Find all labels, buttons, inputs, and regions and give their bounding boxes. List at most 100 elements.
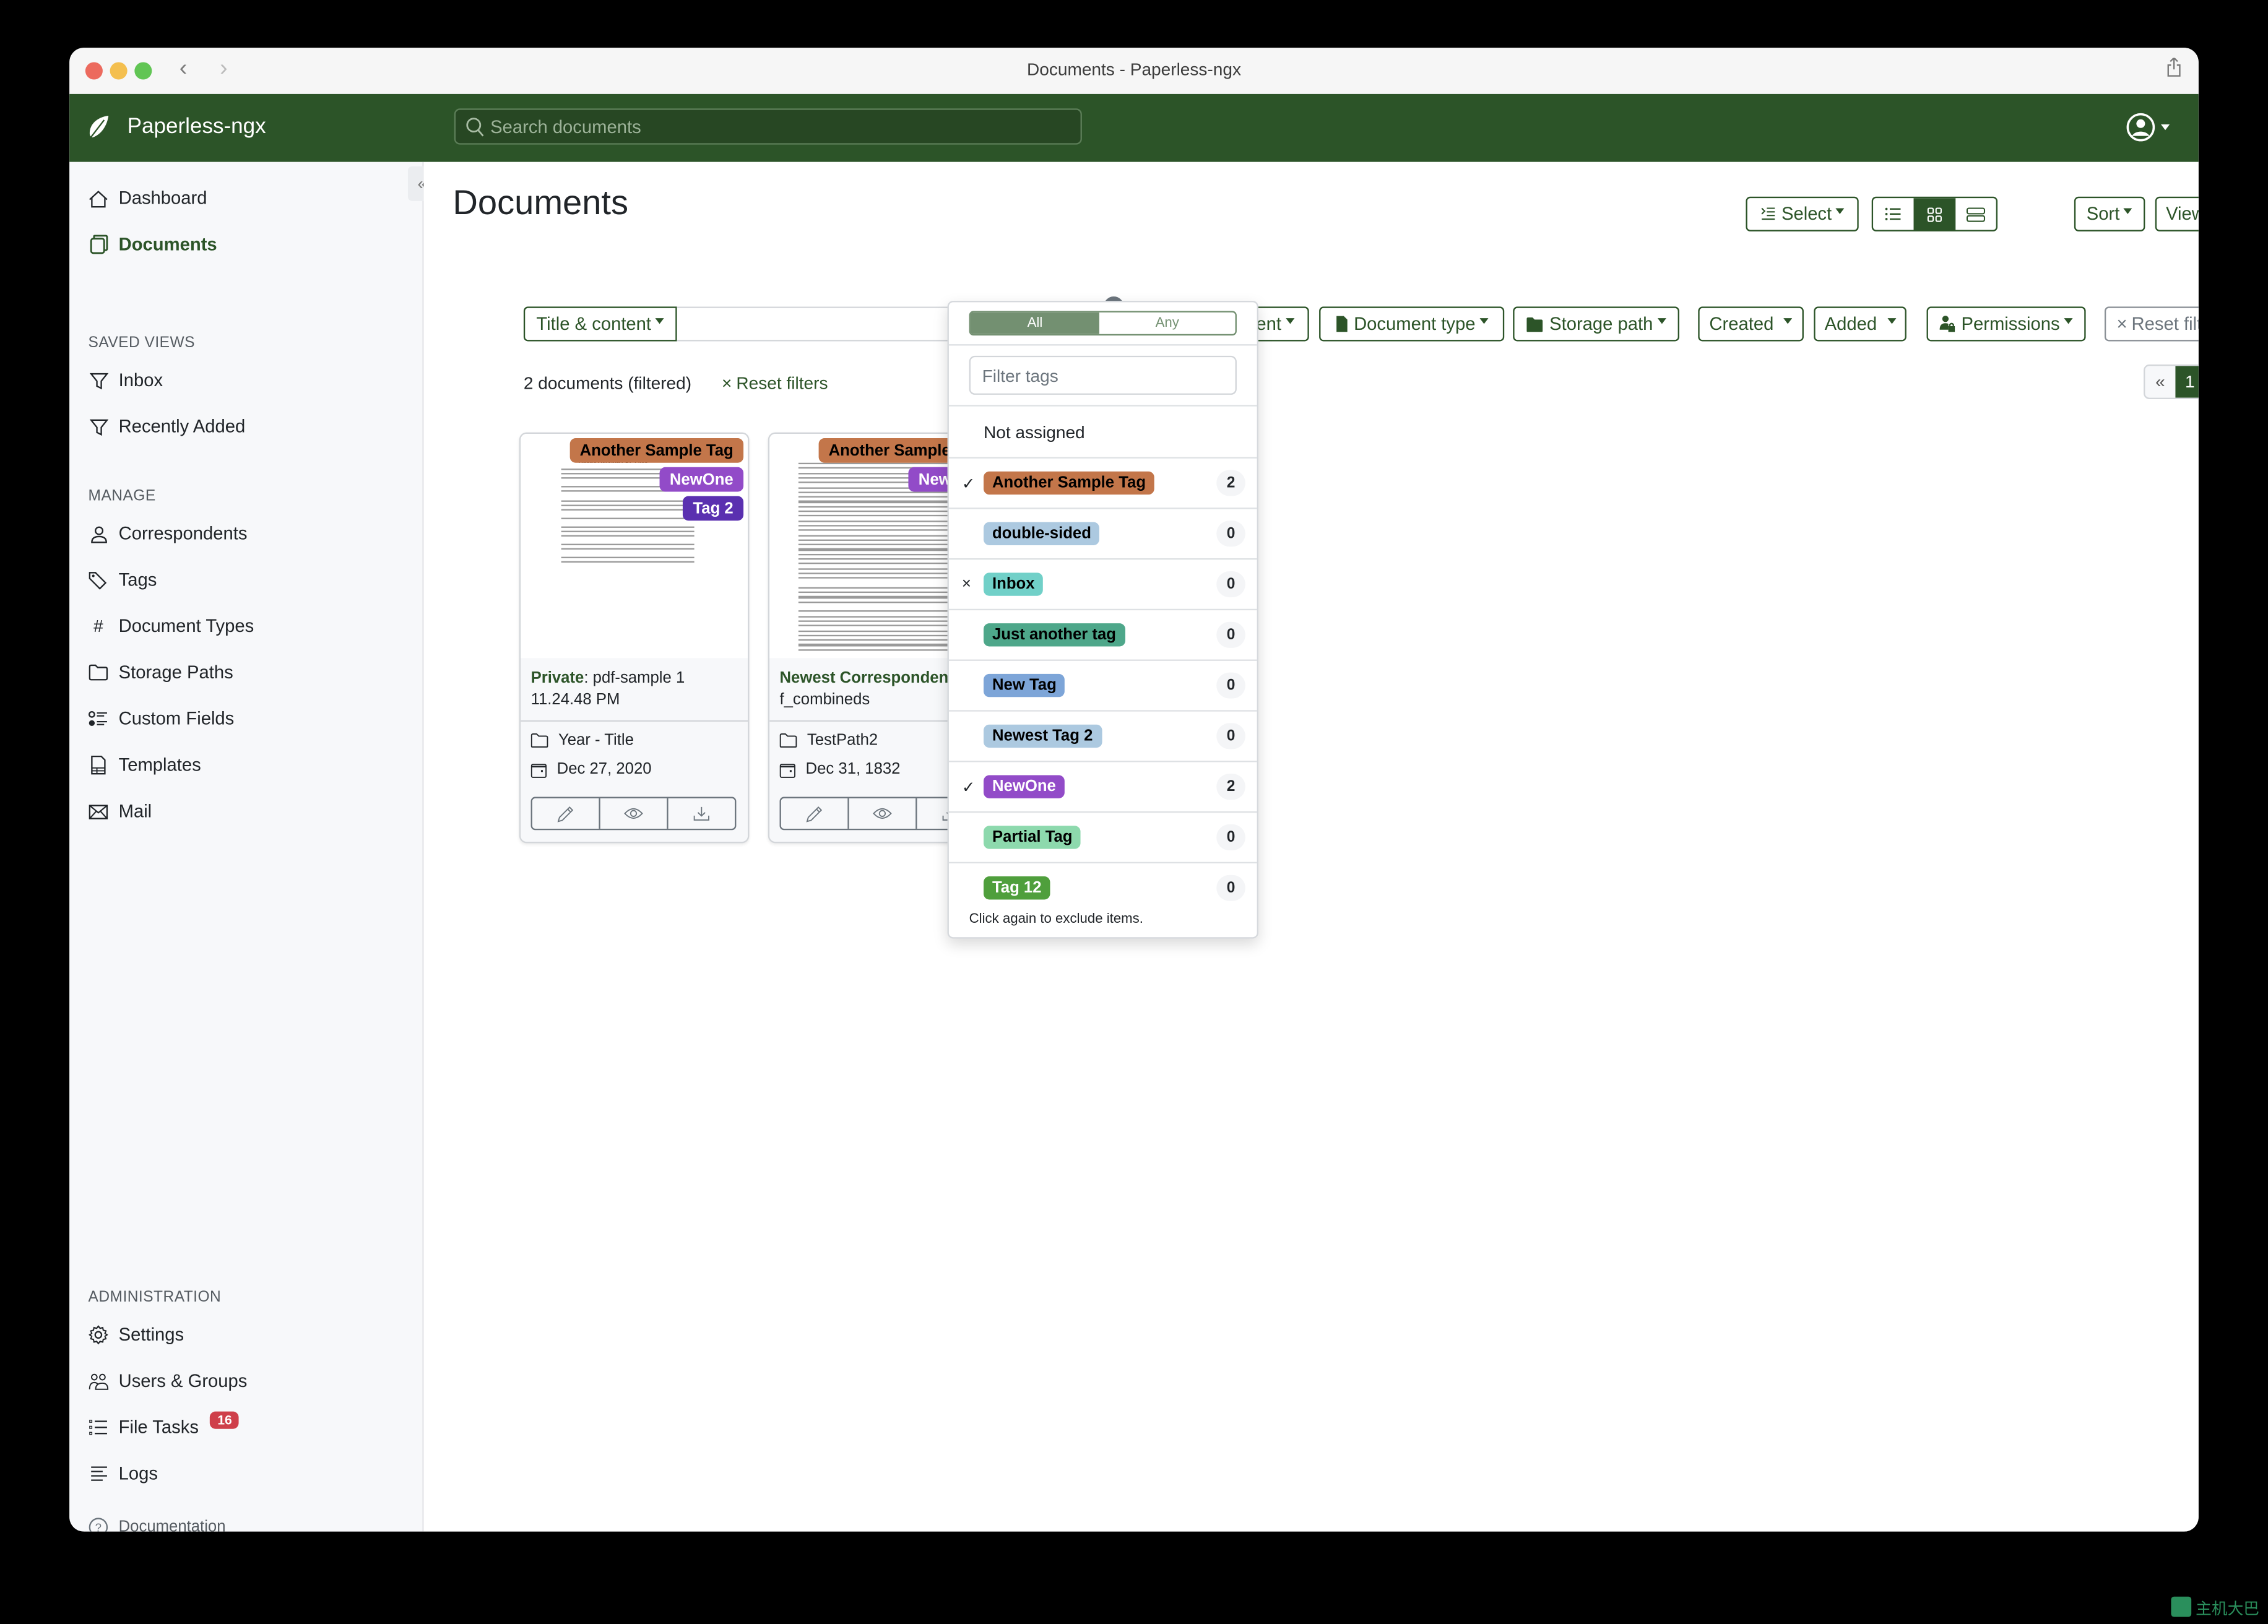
documentation-link[interactable]: ? Documentation [89, 1513, 226, 1532]
caret-down-icon [1783, 318, 1793, 324]
sidebar-item-correspondents[interactable]: Correspondents [89, 519, 247, 548]
pagination-prev[interactable]: « [2145, 366, 2175, 397]
table-view-button[interactable] [1873, 198, 1914, 230]
list-task-icon [89, 1419, 107, 1435]
sidebar-item-settings[interactable]: Settings [89, 1320, 184, 1349]
document-tag-badge[interactable]: NewOne [659, 467, 744, 492]
thumbnail-text-line [561, 561, 695, 563]
sidebar-item-users-groups[interactable]: Users & Groups [89, 1367, 247, 1396]
sidebar-item-document-types[interactable]: # Document Types [89, 611, 254, 641]
tag-option[interactable]: New Tag 0 [948, 659, 1257, 712]
text-left-icon [90, 1466, 106, 1481]
browser-window: ‹ › Documents - Paperless-ngx Paperless-… [69, 48, 2199, 1532]
preview-document-button[interactable] [849, 798, 917, 829]
file-template-icon [91, 755, 106, 775]
sidebar-item-mail[interactable]: Mail [89, 797, 152, 826]
added-filter-button[interactable]: Added [1814, 306, 1907, 342]
thumbnail-text-line [798, 629, 969, 632]
thumbnail-text-line [561, 500, 695, 503]
sidebar-item-label: Storage Paths [118, 662, 233, 683]
filter-tags-input[interactable]: Filter tags [969, 355, 1237, 395]
download-document-button[interactable] [669, 798, 735, 829]
search-placeholder: Search documents [490, 117, 641, 137]
tag-option[interactable]: Partial Tag 0 [948, 811, 1257, 863]
sidebar-item-tags[interactable]: Tags [89, 566, 157, 595]
preview-document-button[interactable] [600, 798, 669, 829]
edit-document-button[interactable] [532, 798, 600, 829]
permissions-filter-button[interactable]: Permissions [1926, 306, 2086, 342]
share-icon[interactable] [2166, 58, 2181, 77]
text-filter-mode-dropdown[interactable]: Title & content [523, 306, 677, 342]
pagination-page-1[interactable]: 1 [2175, 366, 2199, 398]
select-dropdown-button[interactable]: Select [1746, 196, 1859, 231]
storage-path-filter-label: Storage path [1549, 314, 1653, 334]
logic-any-button[interactable]: Any [1099, 313, 1236, 334]
reset-filters-link[interactable]: × Reset filters [722, 373, 828, 394]
download-icon [693, 806, 709, 821]
storage-path-filter-button[interactable]: Storage path [1513, 306, 1679, 342]
select-label: Select [1781, 204, 1832, 225]
documentation-label: Documentation [118, 1518, 226, 1532]
large-cards-view-button[interactable] [1955, 198, 1996, 230]
tag-chip: Partial Tag [983, 826, 1081, 849]
views-dropdown-button[interactable]: Views [2155, 196, 2199, 231]
tag-option[interactable]: × Inbox 0 [948, 558, 1257, 610]
tag-option[interactable]: Newest Tag 2 0 [948, 710, 1257, 762]
thumbnail-text-line [798, 543, 969, 546]
small-cards-view-button[interactable] [1914, 198, 1955, 230]
person-lock-icon [1939, 316, 1955, 332]
document-type-filter-button[interactable]: Document type [1319, 306, 1505, 342]
reset-filters-button[interactable]: ×Reset filters [2104, 306, 2199, 342]
document-tag-badge[interactable]: Tag 2 [683, 496, 744, 521]
tag-chip: Another Sample Tag [983, 471, 1155, 495]
chevron-down-icon [2161, 124, 2170, 131]
document-title[interactable]: Private: pdf-sample 1 11.24.48 PM [531, 668, 739, 712]
sidebar-item-label: Tags [118, 569, 157, 590]
document-correspondent[interactable]: Newest Correspondent [779, 670, 953, 687]
created-date-meta: Dec 31, 1832 [779, 761, 900, 778]
funnel-icon [89, 372, 108, 389]
edit-document-button[interactable] [781, 798, 849, 829]
tag-option[interactable]: double-sided 0 [948, 508, 1257, 559]
watermark-logo-icon [2171, 1596, 2192, 1617]
tag-option-not-assigned[interactable]: Not assigned [948, 405, 1257, 458]
sidebar-item-label: Documents [118, 234, 217, 255]
document-tag-badge[interactable]: Another Sample Tag [569, 438, 744, 463]
created-filter-button[interactable]: Created [1698, 306, 1804, 342]
tag-option[interactable]: Tag 12 0 [948, 862, 1257, 914]
document-thumbnail[interactable]: Adobe Acrobat PDF FilesAnother Sample Ta… [521, 434, 748, 659]
thumbnail-text-line [561, 535, 695, 537]
document-card[interactable]: Adobe Acrobat PDF FilesAnother Sample Ta… [519, 432, 750, 844]
tag-option[interactable]: ✓ NewOne 2 [948, 761, 1257, 813]
sidebar-item-file-tasks[interactable]: File Tasks 16 [89, 1411, 240, 1442]
brand-name[interactable]: Paperless-ngx [128, 114, 266, 139]
sidebar-item-dashboard[interactable]: Dashboard [89, 184, 207, 213]
sidebar-item-label: Settings [118, 1324, 184, 1345]
thumbnail-text-line [798, 601, 969, 603]
search-documents-input[interactable]: Search documents [454, 108, 1082, 145]
tag-document-count: 0 [1216, 571, 1245, 598]
tag-chip: New Tag [983, 673, 1065, 698]
sidebar-item-custom-fields[interactable]: Custom Fields [89, 704, 234, 733]
sidebar-item-templates[interactable]: Templates [89, 751, 201, 780]
thumbnail-text-line [798, 624, 969, 627]
text-filter-input[interactable] [677, 306, 988, 342]
logic-all-button[interactable]: All [970, 312, 1099, 334]
window-titlebar: ‹ › Documents - Paperless-ngx [69, 48, 2199, 96]
tag-option[interactable]: ✓ Another Sample Tag 2 [948, 457, 1257, 509]
tag-option[interactable]: Just another tag 0 [948, 608, 1257, 661]
sort-dropdown-button[interactable]: Sort [2074, 196, 2145, 231]
sidebar-item-documents[interactable]: Documents [89, 230, 217, 259]
sidebar-item-inbox[interactable]: Inbox [89, 366, 163, 395]
storage-path-meta: TestPath2 [779, 732, 878, 749]
caret-down-icon [1657, 318, 1666, 324]
sidebar-item-logs[interactable]: Logs [89, 1459, 158, 1488]
eye-icon [873, 808, 892, 819]
sidebar: Dashboard Documents SAVED VIEWS Inbox Re… [69, 162, 424, 1532]
document-correspondent[interactable]: Private [531, 670, 584, 687]
app-navbar: Paperless-ngx Search documents [69, 93, 2199, 162]
sidebar-item-recently-added[interactable]: Recently Added [89, 412, 245, 441]
sidebar-item-storage-paths[interactable]: Storage Paths [89, 658, 233, 687]
user-menu-button[interactable] [2126, 113, 2170, 142]
pagination: « 1 » [2144, 364, 2199, 399]
